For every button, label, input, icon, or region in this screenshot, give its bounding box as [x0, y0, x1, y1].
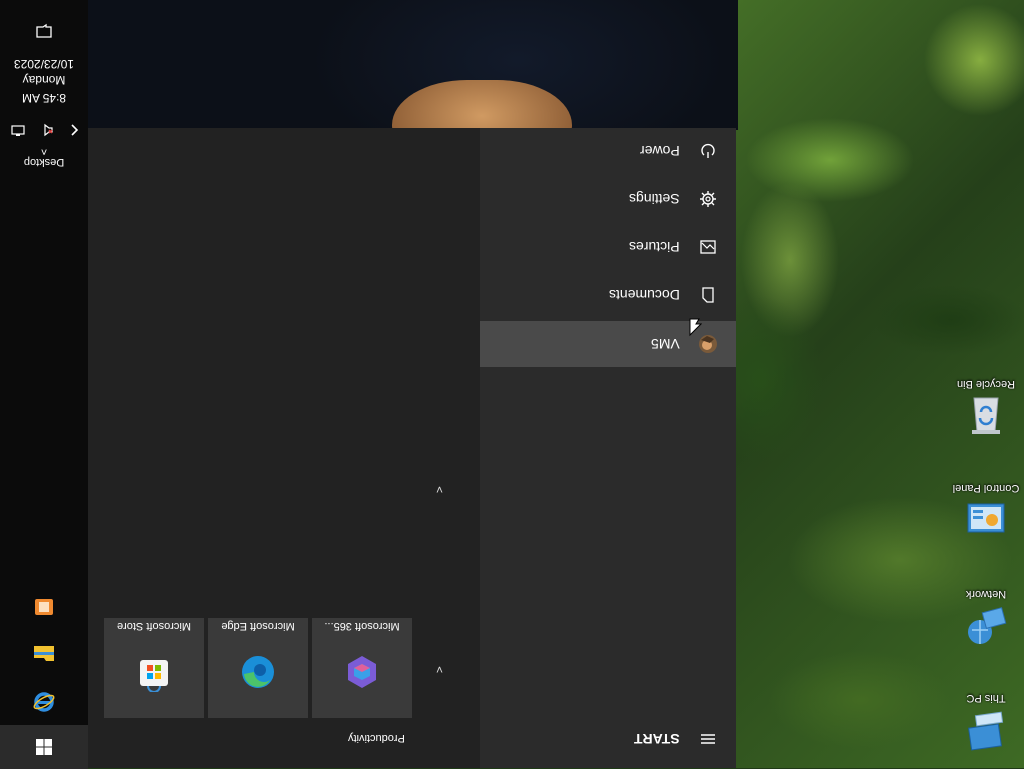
control-panel-desktop-icon[interactable]: Control Panel: [946, 482, 1024, 542]
tile-label: Microsoft 365...: [324, 620, 400, 632]
pictures-icon: [700, 240, 716, 254]
network-label: Network: [965, 588, 1007, 600]
media-app-icon: [35, 599, 53, 615]
tile-microsoft-store[interactable]: Microsoft Store: [104, 618, 204, 718]
notification-icon: [36, 23, 52, 38]
system-tray-icons: [10, 120, 80, 140]
group-title-productivity: Productivity: [348, 732, 405, 744]
tile-label: Microsoft Edge: [221, 620, 295, 632]
network-tray-icon[interactable]: [10, 122, 26, 138]
control-panel-label: Control Panel: [952, 482, 1020, 494]
taskbar: 10/23/2023 Monday 8:45 AM ˄ Desktop: [0, 0, 88, 769]
collapse-group-chevron-icon[interactable]: ˄: [436, 483, 443, 497]
microsoft-365-icon: [348, 656, 376, 688]
network-desktop-icon[interactable]: Network: [946, 588, 1024, 648]
recycle-bin-desktop-icon[interactable]: Recycle Bin: [946, 378, 1024, 438]
this-pc-label: This PC: [966, 692, 1006, 704]
network-icon: [968, 607, 1007, 644]
store-icon: [140, 660, 168, 692]
user-name: VM5: [651, 336, 680, 352]
taskbar-file-explorer[interactable]: [0, 632, 88, 676]
tile-label: Microsoft Store: [117, 620, 191, 632]
windows-logo-icon: [36, 739, 52, 755]
show-desktop-area[interactable]: ˄ Desktop: [20, 145, 68, 168]
start-tile-area: ˄ ˄ Productivity Microsoft 365... Micros…: [88, 128, 480, 768]
rail-item-pictures[interactable]: Pictures: [480, 224, 736, 270]
rail-item-label: Documents: [609, 287, 680, 303]
desktop-label: Desktop: [23, 156, 65, 168]
tile-microsoft-edge[interactable]: Microsoft Edge: [208, 618, 308, 718]
chevron-left-icon[interactable]: [68, 122, 80, 138]
rail-item-documents[interactable]: Documents: [480, 272, 736, 318]
recycle-bin-icon: [972, 397, 1000, 434]
volume-muted-icon[interactable]: [39, 122, 55, 138]
hamburger-menu-icon: [701, 734, 715, 744]
rail-item-settings[interactable]: Settings: [480, 176, 736, 222]
rail-item-label: Pictures: [629, 239, 680, 255]
this-pc-icon: [968, 711, 1004, 751]
start-menu-rail: Power Settings Pictures Documents VM5 ST…: [480, 128, 736, 768]
file-explorer-icon: [34, 646, 54, 661]
start-menu: ˄ ˄ Productivity Microsoft 365... Micros…: [88, 128, 736, 768]
tile-microsoft-365[interactable]: Microsoft 365...: [312, 618, 412, 718]
productivity-group-chevron-icon[interactable]: ˄: [436, 663, 443, 677]
edge-icon: [242, 656, 274, 688]
document-icon: [702, 287, 714, 303]
control-panel-icon: [967, 503, 1005, 533]
start-button[interactable]: [0, 725, 88, 769]
this-pc-desktop-icon[interactable]: This PC: [946, 692, 1024, 752]
internet-explorer-icon: [33, 692, 55, 712]
rail-item-label: Settings: [629, 191, 680, 207]
start-title: START: [634, 731, 680, 747]
rail-item-label: Power: [640, 143, 680, 159]
recycle-bin-label: Recycle Bin: [956, 378, 1016, 390]
power-icon: [701, 143, 715, 158]
mouse-cursor-icon: [689, 318, 702, 337]
tray-time[interactable]: 8:45 AM: [6, 90, 82, 106]
tray-date[interactable]: 10/23/2023: [6, 56, 82, 72]
taskbar-internet-explorer[interactable]: [0, 680, 88, 724]
chevron-up-icon: ˄: [40, 145, 48, 157]
taskbar-media-app[interactable]: [0, 585, 88, 629]
notification-center-button[interactable]: [0, 8, 88, 52]
gear-icon: [700, 191, 716, 207]
tray-day[interactable]: Monday: [6, 72, 82, 88]
rail-expand-button[interactable]: START: [480, 716, 736, 762]
rail-item-power[interactable]: Power: [480, 128, 736, 174]
